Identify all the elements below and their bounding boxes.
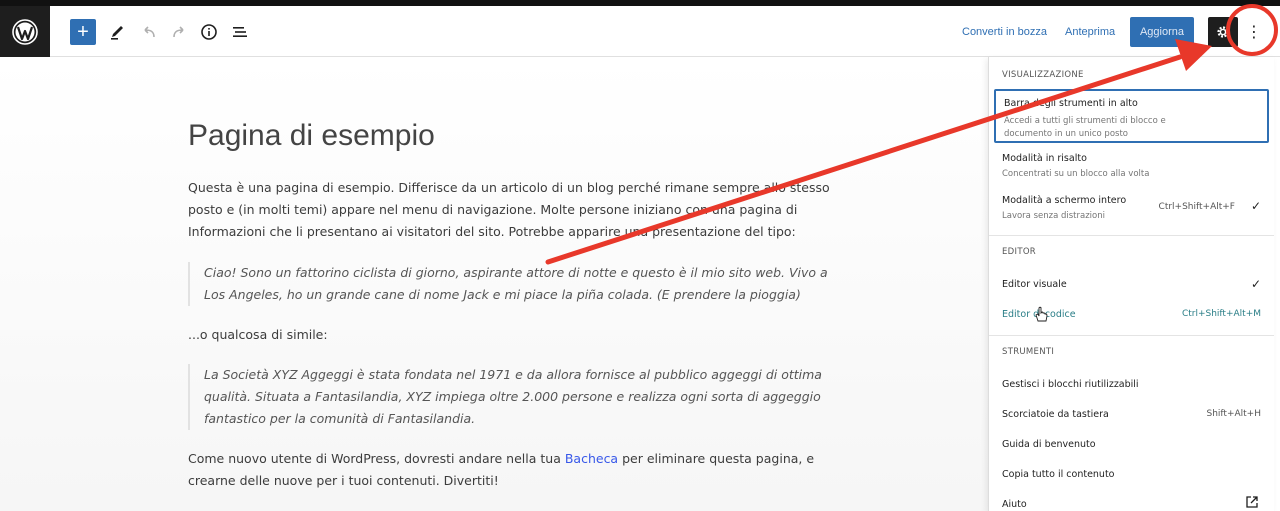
menu-item-label: Modalità in risalto [1002, 153, 1087, 164]
update-button[interactable]: Aggiorna [1130, 17, 1194, 47]
quote-block[interactable]: Ciao! Sono un fattorino ciclista di gior… [188, 262, 848, 306]
section-heading-strumenti: STRUMENTI [1002, 347, 1055, 357]
undo-icon[interactable] [137, 19, 161, 45]
menu-item-label: Modalità a schermo intero [1002, 195, 1127, 206]
menu-item-label: Scorciatoie da tastiera [1002, 409, 1109, 420]
add-block-button[interactable]: + [70, 19, 96, 45]
menu-item-label: Barra degli strumenti in alto [1004, 98, 1138, 109]
menu-item-reusable-blocks[interactable]: Gestisci i blocchi riutilizzabili [994, 377, 1269, 397]
external-link-icon [1246, 496, 1258, 508]
menu-item-shortcut: Shift+Alt+H [1206, 409, 1262, 419]
menu-item-label: Guida di benvenuto [1002, 439, 1096, 450]
wordpress-logo-icon[interactable] [0, 6, 50, 57]
menu-item-label: Aiuto [1002, 499, 1027, 510]
menu-item-desc: Accedi a tutti gli strumenti di blocco e… [1004, 116, 1166, 139]
menu-item-spotlight[interactable]: Modalità in risalto Concentrati su un bl… [994, 151, 1269, 185]
menu-item-shortcut: Ctrl+Shift+Alt+F [1158, 202, 1235, 212]
menu-item-welcome-guide[interactable]: Guida di benvenuto [994, 437, 1269, 457]
check-icon: ✓ [1250, 277, 1261, 291]
editor-header: + Converti in bozza Anteprima Aggiorna ⋮ [0, 6, 1280, 57]
gear-icon[interactable] [1208, 17, 1238, 47]
check-icon: ✓ [1250, 199, 1261, 213]
quote-block[interactable]: La Società XYZ Aggeggi è stata fondata n… [188, 364, 848, 430]
menu-item-keyboard-shortcuts[interactable]: Scorciatoie da tastiera Shift+Alt+H [994, 407, 1269, 427]
editor-canvas: Pagina di esempio Questa è una pagina di… [0, 57, 988, 511]
menu-item-help[interactable]: Aiuto [994, 496, 1269, 511]
dashboard-link[interactable]: Bacheca [565, 451, 618, 466]
menu-item-desc: Concentrati su un blocco alla volta [1002, 169, 1150, 179]
menu-item-label: Gestisci i blocchi riutilizzabili [1002, 379, 1139, 390]
menu-item-label: Copia tutto il contenuto [1002, 469, 1115, 480]
paragraph-text: Come nuovo utente di WordPress, dovresti… [188, 451, 565, 466]
hand-cursor-icon [1035, 306, 1048, 322]
menu-item-visual-editor[interactable]: Editor visuale ✓ [994, 277, 1269, 297]
menu-item-fullscreen[interactable]: Modalità a schermo intero Lavora senza d… [994, 193, 1269, 227]
menu-item-label: Editor visuale [1002, 279, 1067, 290]
paragraph-block[interactable]: Come nuovo utente di WordPress, dovresti… [188, 448, 848, 492]
page-title[interactable]: Pagina di esempio [188, 119, 435, 153]
menu-divider [989, 235, 1274, 236]
options-menu: VISUALIZZAZIONE Barra degli strumenti in… [988, 57, 1274, 511]
wordpress-logo-glyph [12, 18, 38, 45]
more-vertical-icon[interactable]: ⋮ [1242, 17, 1266, 47]
menu-divider [989, 335, 1274, 336]
section-heading-visualizzazione: VISUALIZZAZIONE [1002, 70, 1084, 80]
pencil-icon[interactable] [106, 19, 130, 45]
info-icon[interactable] [197, 19, 221, 45]
menu-item-copy-content[interactable]: Copia tutto il contenuto [994, 467, 1269, 487]
redo-icon[interactable] [167, 19, 191, 45]
menu-item-top-toolbar[interactable]: Barra degli strumenti in alto Accedi a t… [994, 89, 1269, 143]
menu-item-shortcut: Ctrl+Shift+Alt+M [1181, 309, 1261, 319]
section-heading-editor: EDITOR [1002, 247, 1037, 257]
list-view-icon[interactable] [228, 19, 252, 45]
paragraph-block[interactable]: ...o qualcosa di simile: [188, 324, 848, 346]
paragraph-block[interactable]: Questa è una pagina di esempio. Differis… [188, 177, 848, 243]
convert-draft-button[interactable]: Converti in bozza [962, 24, 1047, 40]
preview-button[interactable]: Anteprima [1065, 24, 1115, 40]
